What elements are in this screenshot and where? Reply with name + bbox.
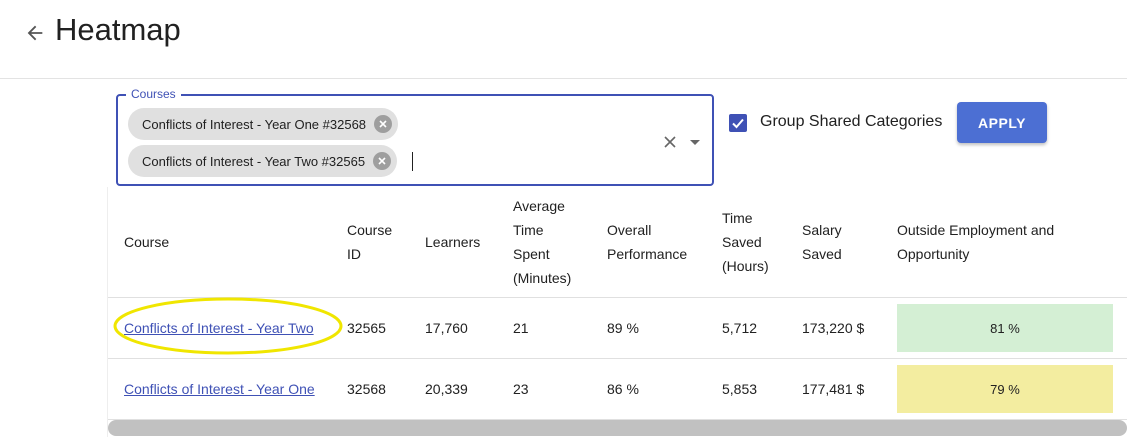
group-shared-categories-label[interactable]: Group Shared Categories bbox=[760, 113, 942, 131]
chip-delete-icon[interactable] bbox=[374, 115, 393, 133]
apply-button[interactable]: APPLY bbox=[957, 102, 1047, 143]
text-cursor[interactable] bbox=[412, 152, 413, 171]
course-chip-label: Conflicts of Interest - Year Two #32565 bbox=[142, 153, 366, 169]
time-saved-cell: 5,712 bbox=[722, 320, 758, 336]
courses-select[interactable]: Courses Conflicts of Interest - Year One… bbox=[116, 87, 714, 186]
avg-time-cell: 21 bbox=[513, 320, 529, 336]
table-row: Conflicts of Interest - Year One 32568 2… bbox=[108, 359, 1127, 420]
horizontal-scrollbar[interactable] bbox=[108, 420, 1127, 436]
column-header-overall-performance[interactable]: Overall Performance bbox=[607, 187, 687, 297]
column-header-outside-employment[interactable]: Outside Employment and Opportunity bbox=[897, 187, 1054, 297]
column-header-salary-saved[interactable]: Salary Saved bbox=[802, 187, 842, 297]
salary-saved-cell: 177,481 $ bbox=[802, 381, 865, 397]
chevron-down-icon[interactable] bbox=[690, 140, 700, 145]
column-header-course-id[interactable]: Course ID bbox=[347, 187, 392, 297]
column-header-learners[interactable]: Learners bbox=[425, 187, 480, 297]
column-header-course[interactable]: Course bbox=[124, 187, 169, 297]
overall-performance-cell: 86 % bbox=[607, 381, 639, 397]
course-link[interactable]: Conflicts of Interest - Year One bbox=[124, 359, 315, 419]
group-shared-categories-checkbox[interactable] bbox=[729, 114, 747, 132]
course-id-cell: 32568 bbox=[347, 381, 386, 397]
course-chip[interactable]: Conflicts of Interest - Year One #32568 bbox=[128, 108, 399, 140]
page-header: Heatmap bbox=[0, 0, 1127, 79]
avg-time-cell: 23 bbox=[513, 381, 529, 397]
learners-cell: 17,760 bbox=[425, 320, 468, 336]
course-id-cell: 32565 bbox=[347, 320, 386, 336]
overall-performance-cell: 89 % bbox=[607, 320, 639, 336]
heatmap-cell: 79 % bbox=[897, 365, 1113, 413]
check-icon bbox=[732, 118, 744, 129]
course-chip-label: Conflicts of Interest - Year One #32568 bbox=[142, 116, 367, 132]
heatmap-cell: 81 % bbox=[897, 304, 1113, 352]
column-header-time-saved[interactable]: Time Saved (Hours) bbox=[722, 187, 769, 297]
page-title: Heatmap bbox=[55, 12, 181, 47]
course-chip[interactable]: Conflicts of Interest - Year Two #32565 bbox=[128, 145, 398, 177]
chip-delete-icon[interactable] bbox=[373, 152, 392, 170]
time-saved-cell: 5,853 bbox=[722, 381, 758, 397]
table-header-row: Course Course ID Learners Average Time Spen… bbox=[108, 187, 1127, 298]
highlight-annotation bbox=[113, 297, 343, 355]
arrow-left-icon[interactable] bbox=[24, 22, 46, 44]
courses-label: Courses bbox=[126, 87, 181, 101]
clear-icon[interactable] bbox=[662, 134, 678, 150]
salary-saved-cell: 173,220 $ bbox=[802, 320, 865, 336]
learners-cell: 20,339 bbox=[425, 381, 468, 397]
column-header-average-time[interactable]: Average Time Spent (Minutes) bbox=[513, 187, 571, 297]
